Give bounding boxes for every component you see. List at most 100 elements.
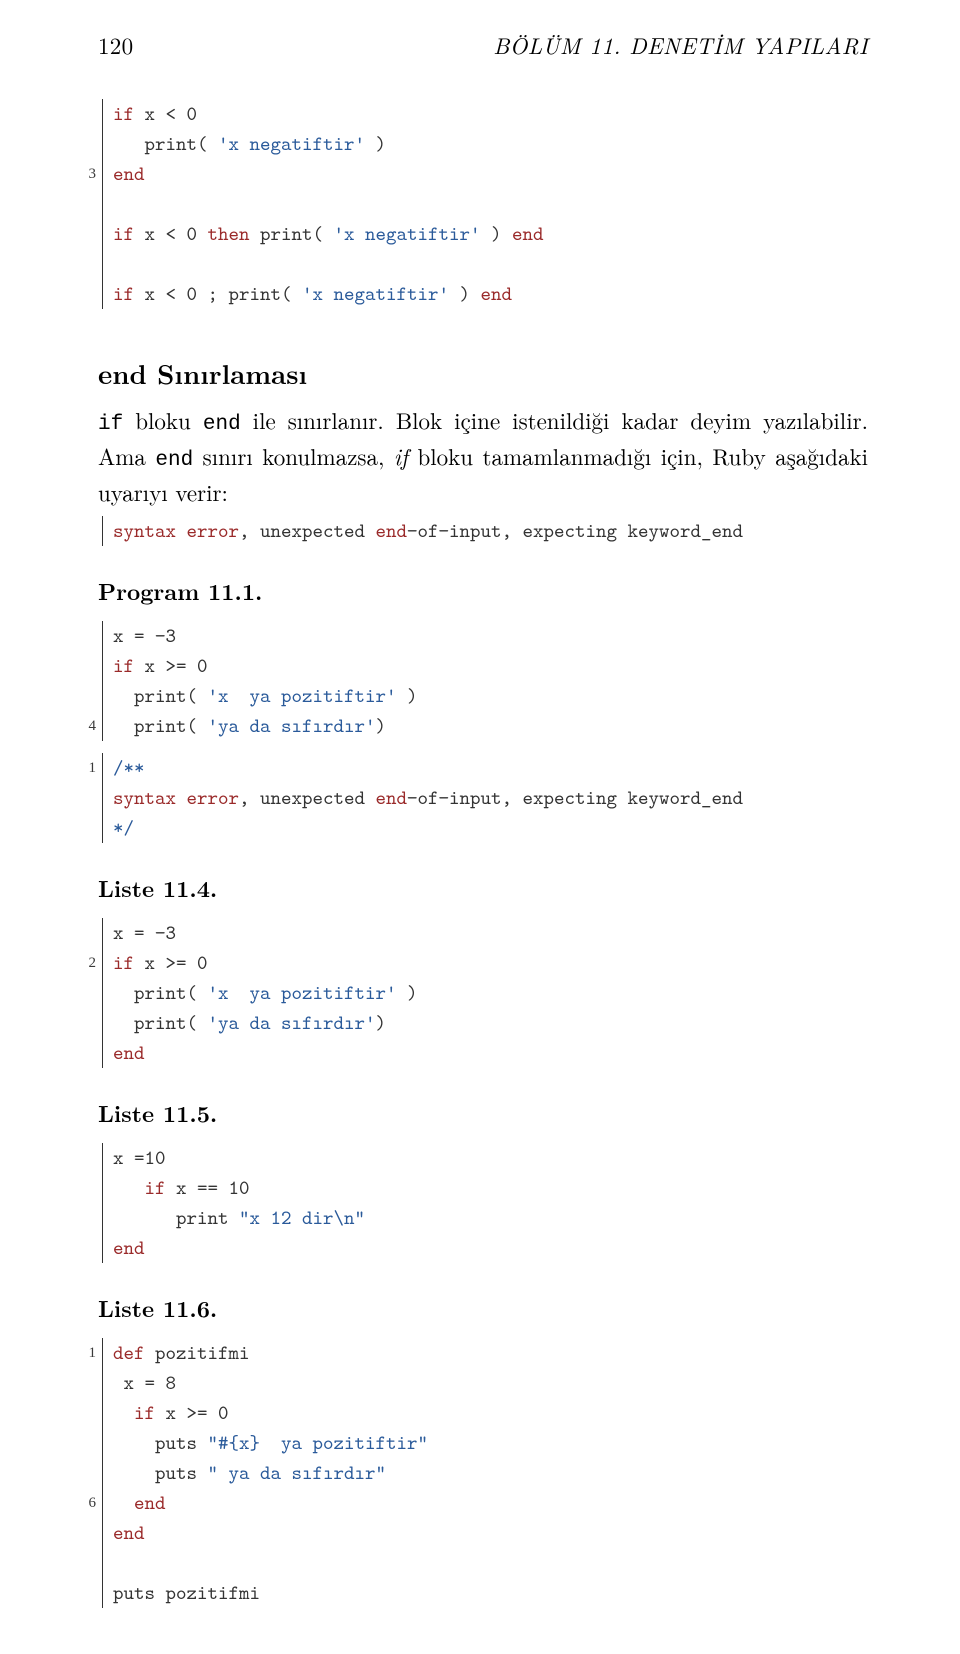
code-text: print(: [113, 713, 208, 739]
code-keyword: if: [113, 101, 134, 127]
code-line: if x < 0 then print( 'x negatiftir' ) en…: [113, 219, 868, 249]
code-line: x =10: [113, 1143, 868, 1173]
code-keyword: if: [113, 950, 134, 976]
code-keyword: if: [113, 281, 134, 307]
code-string: " ya da sıfırdır": [208, 1460, 387, 1486]
line-number: [72, 1038, 96, 1068]
code-text: puts: [113, 1430, 208, 1456]
code-line: ∗/: [113, 813, 868, 843]
code-text: , unexpected: [239, 785, 376, 811]
code-text: ): [397, 980, 418, 1006]
code-listing-intro: 3 if x < 0 print( 'x negatiftir' ) end i…: [102, 99, 868, 309]
code-keyword: if: [113, 653, 134, 679]
code-listing-program-11-1: 4 x = −3 if x >= 0 print( 'x ya pozitift…: [102, 621, 868, 741]
line-number: [72, 279, 96, 309]
line-number: [72, 99, 96, 129]
line-number: [72, 918, 96, 948]
section-heading-end: end Sınırlaması: [98, 353, 868, 392]
line-number: [72, 813, 96, 843]
code-keyword: if: [113, 1400, 155, 1426]
code-text: ): [365, 131, 386, 157]
paragraph: if bloku end ile sınırlanır. Blok içine …: [98, 404, 868, 508]
code-line: puts " ya da sıfırdır": [113, 1458, 868, 1488]
code-text: x < 0: [134, 221, 208, 247]
code-line: print( 'x ya pozitiftir' ): [113, 681, 868, 711]
code-line: x = 8: [113, 1368, 868, 1398]
code-text: puts: [113, 1460, 208, 1486]
code-text: x == 10: [166, 1175, 250, 1201]
line-number: [72, 1458, 96, 1488]
code-string: 'x negatiftir': [218, 131, 365, 157]
code-text: print(: [113, 980, 208, 1006]
code-line: x = −3: [113, 621, 868, 651]
code-text: print(: [113, 683, 208, 709]
code-line: end: [113, 1233, 868, 1263]
inline-code: if: [98, 413, 123, 436]
code-text: ): [481, 221, 513, 247]
line-number: [72, 1548, 96, 1578]
code-line: if x < 0 ; print( 'x negatiftir' ) end: [113, 279, 868, 309]
code-text: x >= 0: [134, 950, 208, 976]
line-number: 4: [72, 711, 96, 741]
code-string: 'x negatiftir': [334, 221, 481, 247]
code-text: ): [449, 281, 481, 307]
code-text: x < 0: [134, 101, 197, 127]
line-number: 3: [72, 159, 96, 189]
line-number: [72, 651, 96, 681]
code-line: end: [113, 1518, 868, 1548]
line-number: [72, 1368, 96, 1398]
code-text: , unexpected: [239, 518, 376, 544]
line-number-gutter: 2: [72, 918, 96, 1068]
code-keyword: then: [208, 221, 250, 247]
code-string: 'x negatiftir': [302, 281, 449, 307]
code-text: ): [376, 713, 387, 739]
code-string: 'ya da sıfırdır': [208, 713, 376, 739]
italic-text: if: [394, 439, 408, 472]
body-text: sınırı konulmazsa,: [193, 439, 394, 472]
line-number: [72, 621, 96, 651]
line-number: [72, 1518, 96, 1548]
code-keyword: end: [376, 785, 408, 811]
line-number: [72, 1578, 96, 1608]
line-number-gutter: 4: [72, 621, 96, 741]
code-text: print(: [250, 221, 334, 247]
code-line: end: [113, 1038, 868, 1068]
line-number-gutter: 3: [72, 99, 96, 309]
code-string: "x 12 dir\n": [239, 1205, 365, 1231]
listing-heading-11-5: Liste 11.5.: [98, 1096, 868, 1129]
code-text: print: [113, 1205, 239, 1231]
code-line: print( 'x negatiftir' ): [113, 129, 868, 159]
line-number-gutter: 1: [72, 753, 96, 843]
code-line: if x >= 0: [113, 651, 868, 681]
code-text: x >= 0: [155, 1400, 229, 1426]
code-listing-error-output: 1 /∗∗ syntax error, unexpected end−of−in…: [102, 753, 868, 843]
inline-code: end: [155, 449, 193, 472]
listing-heading-11-6: Liste 11.6.: [98, 1291, 868, 1324]
code-blank-line: [113, 249, 868, 279]
code-keyword: end: [376, 518, 408, 544]
code-text: −of−input, expecting keyword_end: [407, 518, 743, 544]
code-text: ): [397, 683, 418, 709]
code-text: x >= 0: [134, 653, 208, 679]
code-keyword: end: [512, 221, 544, 247]
page: 120 BÖLÜM 11. DENETİM YAPILARI 3 if x < …: [0, 0, 960, 1654]
code-line: if x >= 0: [113, 1398, 868, 1428]
line-number: [72, 1428, 96, 1458]
page-number: 120: [98, 28, 133, 61]
code-line: if x < 0: [113, 99, 868, 129]
body-text: bloku: [123, 403, 203, 436]
code-line: print( 'x ya pozitiftir' ): [113, 978, 868, 1008]
error-text: syntax error: [113, 518, 239, 544]
code-line: print( 'ya da sıfırdır'): [113, 711, 868, 741]
code-text: ): [376, 1010, 387, 1036]
inline-code: end: [203, 413, 241, 436]
code-string: 'ya da sıfırdır': [208, 1010, 376, 1036]
code-line: if x == 10: [113, 1173, 868, 1203]
code-text: pozitifmi: [145, 1340, 250, 1366]
line-number: [72, 189, 96, 219]
code-line: puts pozitifmi: [113, 1578, 868, 1608]
code-listing-11-4: 2 x = −3 if x >= 0 print( 'x ya pozitift…: [102, 918, 868, 1068]
chapter-title: BÖLÜM 11. DENETİM YAPILARI: [493, 28, 868, 61]
line-number: [72, 249, 96, 279]
error-text: syntax error: [113, 785, 239, 811]
